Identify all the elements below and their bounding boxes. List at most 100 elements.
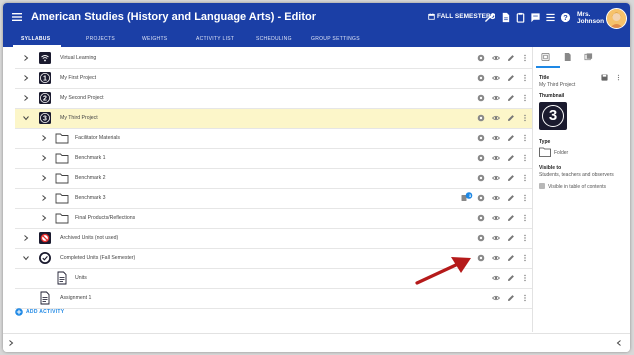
list-item[interactable]: Final Products/Reflections [15, 209, 532, 229]
edit-icon[interactable] [507, 154, 515, 162]
list-item[interactable]: Assignment 1 [15, 289, 532, 309]
list-item[interactable]: 2 My Second Project [15, 89, 532, 109]
edit-icon[interactable] [507, 114, 515, 122]
more-vert-icon[interactable] [521, 294, 529, 302]
more-vert-icon[interactable] [521, 54, 529, 62]
more-vert-icon[interactable] [521, 74, 529, 82]
settings-icon[interactable] [477, 74, 485, 82]
eye-icon[interactable] [492, 294, 500, 302]
edit-icon[interactable] [507, 134, 515, 142]
more-vert-icon[interactable] [521, 274, 529, 282]
settings-icon[interactable] [477, 134, 485, 142]
list-item[interactable]: Benchmark 1 [15, 149, 532, 169]
eye-icon[interactable] [492, 194, 500, 202]
layers-tab-icon[interactable] [584, 52, 593, 62]
edit-icon[interactable] [507, 54, 515, 62]
more-vert-icon[interactable] [521, 94, 529, 102]
eye-icon[interactable] [492, 214, 500, 222]
more-vert-icon[interactable] [521, 174, 529, 182]
chevron-right-icon[interactable] [41, 195, 47, 201]
chevron-right-icon[interactable] [41, 215, 47, 221]
settings-icon[interactable] [477, 194, 485, 202]
chevron-down-icon[interactable] [23, 255, 29, 261]
list-item[interactable]: Archived Units (not used) [15, 229, 532, 249]
eye-icon[interactable] [492, 74, 500, 82]
settings-icon[interactable] [477, 234, 485, 242]
panel-divider [532, 47, 533, 332]
settings-icon[interactable] [477, 54, 485, 62]
settings-icon[interactable] [477, 154, 485, 162]
chevron-right-icon[interactable] [23, 75, 29, 81]
list-item[interactable]: 1 My First Project [15, 69, 532, 89]
chevron-right-icon[interactable] [8, 340, 14, 346]
add-activity-button[interactable]: ADD ACTIVITY [15, 308, 64, 316]
eye-icon[interactable] [492, 154, 500, 162]
page-tab-icon[interactable] [563, 52, 572, 62]
eye-icon[interactable] [492, 94, 500, 102]
eye-icon[interactable] [492, 54, 500, 62]
eye-icon[interactable] [492, 274, 500, 282]
thumbnail-image[interactable]: 3 [539, 102, 567, 130]
eye-icon[interactable] [492, 234, 500, 242]
eye-icon[interactable] [492, 254, 500, 262]
hamburger-menu-icon[interactable] [12, 12, 22, 22]
settings-icon[interactable] [477, 214, 485, 222]
chevron-down-icon[interactable] [23, 115, 29, 121]
semester-selector[interactable]: FALL SEMESTER [428, 13, 491, 20]
eye-icon[interactable] [492, 174, 500, 182]
settings-icon[interactable] [477, 94, 485, 102]
help-icon[interactable]: ? [560, 12, 571, 23]
info-tab-icon[interactable] [541, 52, 550, 62]
more-vert-icon[interactable] [521, 134, 529, 142]
tab-projects[interactable]: PROJECTS [86, 36, 115, 42]
user-name[interactable]: Mrs. Johnson [577, 11, 604, 25]
more-vert-icon[interactable] [615, 74, 622, 81]
list-item[interactable]: Facilitator Materials [15, 129, 532, 149]
eye-icon[interactable] [492, 134, 500, 142]
list-item[interactable]: Benchmark 3 3 [15, 189, 532, 209]
edit-icon[interactable] [507, 214, 515, 222]
list-item[interactable]: Virtual Learning [15, 49, 532, 69]
list-item[interactable]: Benchmark 2 [15, 169, 532, 189]
list-item-selected[interactable]: 3 My Third Project [15, 109, 532, 129]
chevron-right-icon[interactable] [23, 235, 29, 241]
eye-icon[interactable] [492, 114, 500, 122]
chevron-right-icon[interactable] [41, 175, 47, 181]
tab-group-settings[interactable]: GROUP SETTINGS [311, 36, 360, 42]
toc-checkbox[interactable] [539, 183, 545, 189]
edit-icon[interactable] [507, 294, 515, 302]
edit-icon[interactable] [507, 254, 515, 262]
edit-icon[interactable] [507, 274, 515, 282]
tab-activity-list[interactable]: ACTIVITY LIST [196, 36, 234, 42]
more-vert-icon[interactable] [521, 114, 529, 122]
file-icon[interactable] [500, 12, 511, 23]
more-vert-icon[interactable] [521, 234, 529, 242]
more-vert-icon[interactable] [521, 214, 529, 222]
settings-icon[interactable] [477, 174, 485, 182]
save-icon[interactable] [601, 74, 608, 81]
avatar[interactable] [606, 8, 627, 29]
chevron-right-icon[interactable] [41, 155, 47, 161]
chevron-left-icon[interactable] [616, 340, 622, 346]
more-vert-icon[interactable] [521, 154, 529, 162]
chevron-right-icon[interactable] [41, 135, 47, 141]
more-vert-icon[interactable] [521, 194, 529, 202]
edit-icon[interactable] [507, 94, 515, 102]
list-icon[interactable] [545, 12, 556, 23]
settings-icon[interactable] [477, 114, 485, 122]
wrench-icon[interactable] [484, 12, 495, 23]
semester-label: FALL SEMESTER [437, 13, 491, 20]
edit-icon[interactable] [507, 74, 515, 82]
chevron-right-icon[interactable] [23, 55, 29, 61]
edit-icon[interactable] [507, 234, 515, 242]
settings-icon[interactable] [477, 254, 485, 262]
edit-icon[interactable] [507, 194, 515, 202]
more-vert-icon[interactable] [521, 254, 529, 262]
tab-weights[interactable]: WEIGHTS [142, 36, 167, 42]
clipboard-icon[interactable] [515, 12, 526, 23]
comment-icon[interactable] [530, 12, 541, 23]
tab-syllabus[interactable]: SYLLABUS [21, 36, 50, 42]
edit-icon[interactable] [507, 174, 515, 182]
tab-scheduling[interactable]: SCHEDULING [256, 36, 292, 42]
chevron-right-icon[interactable] [23, 95, 29, 101]
